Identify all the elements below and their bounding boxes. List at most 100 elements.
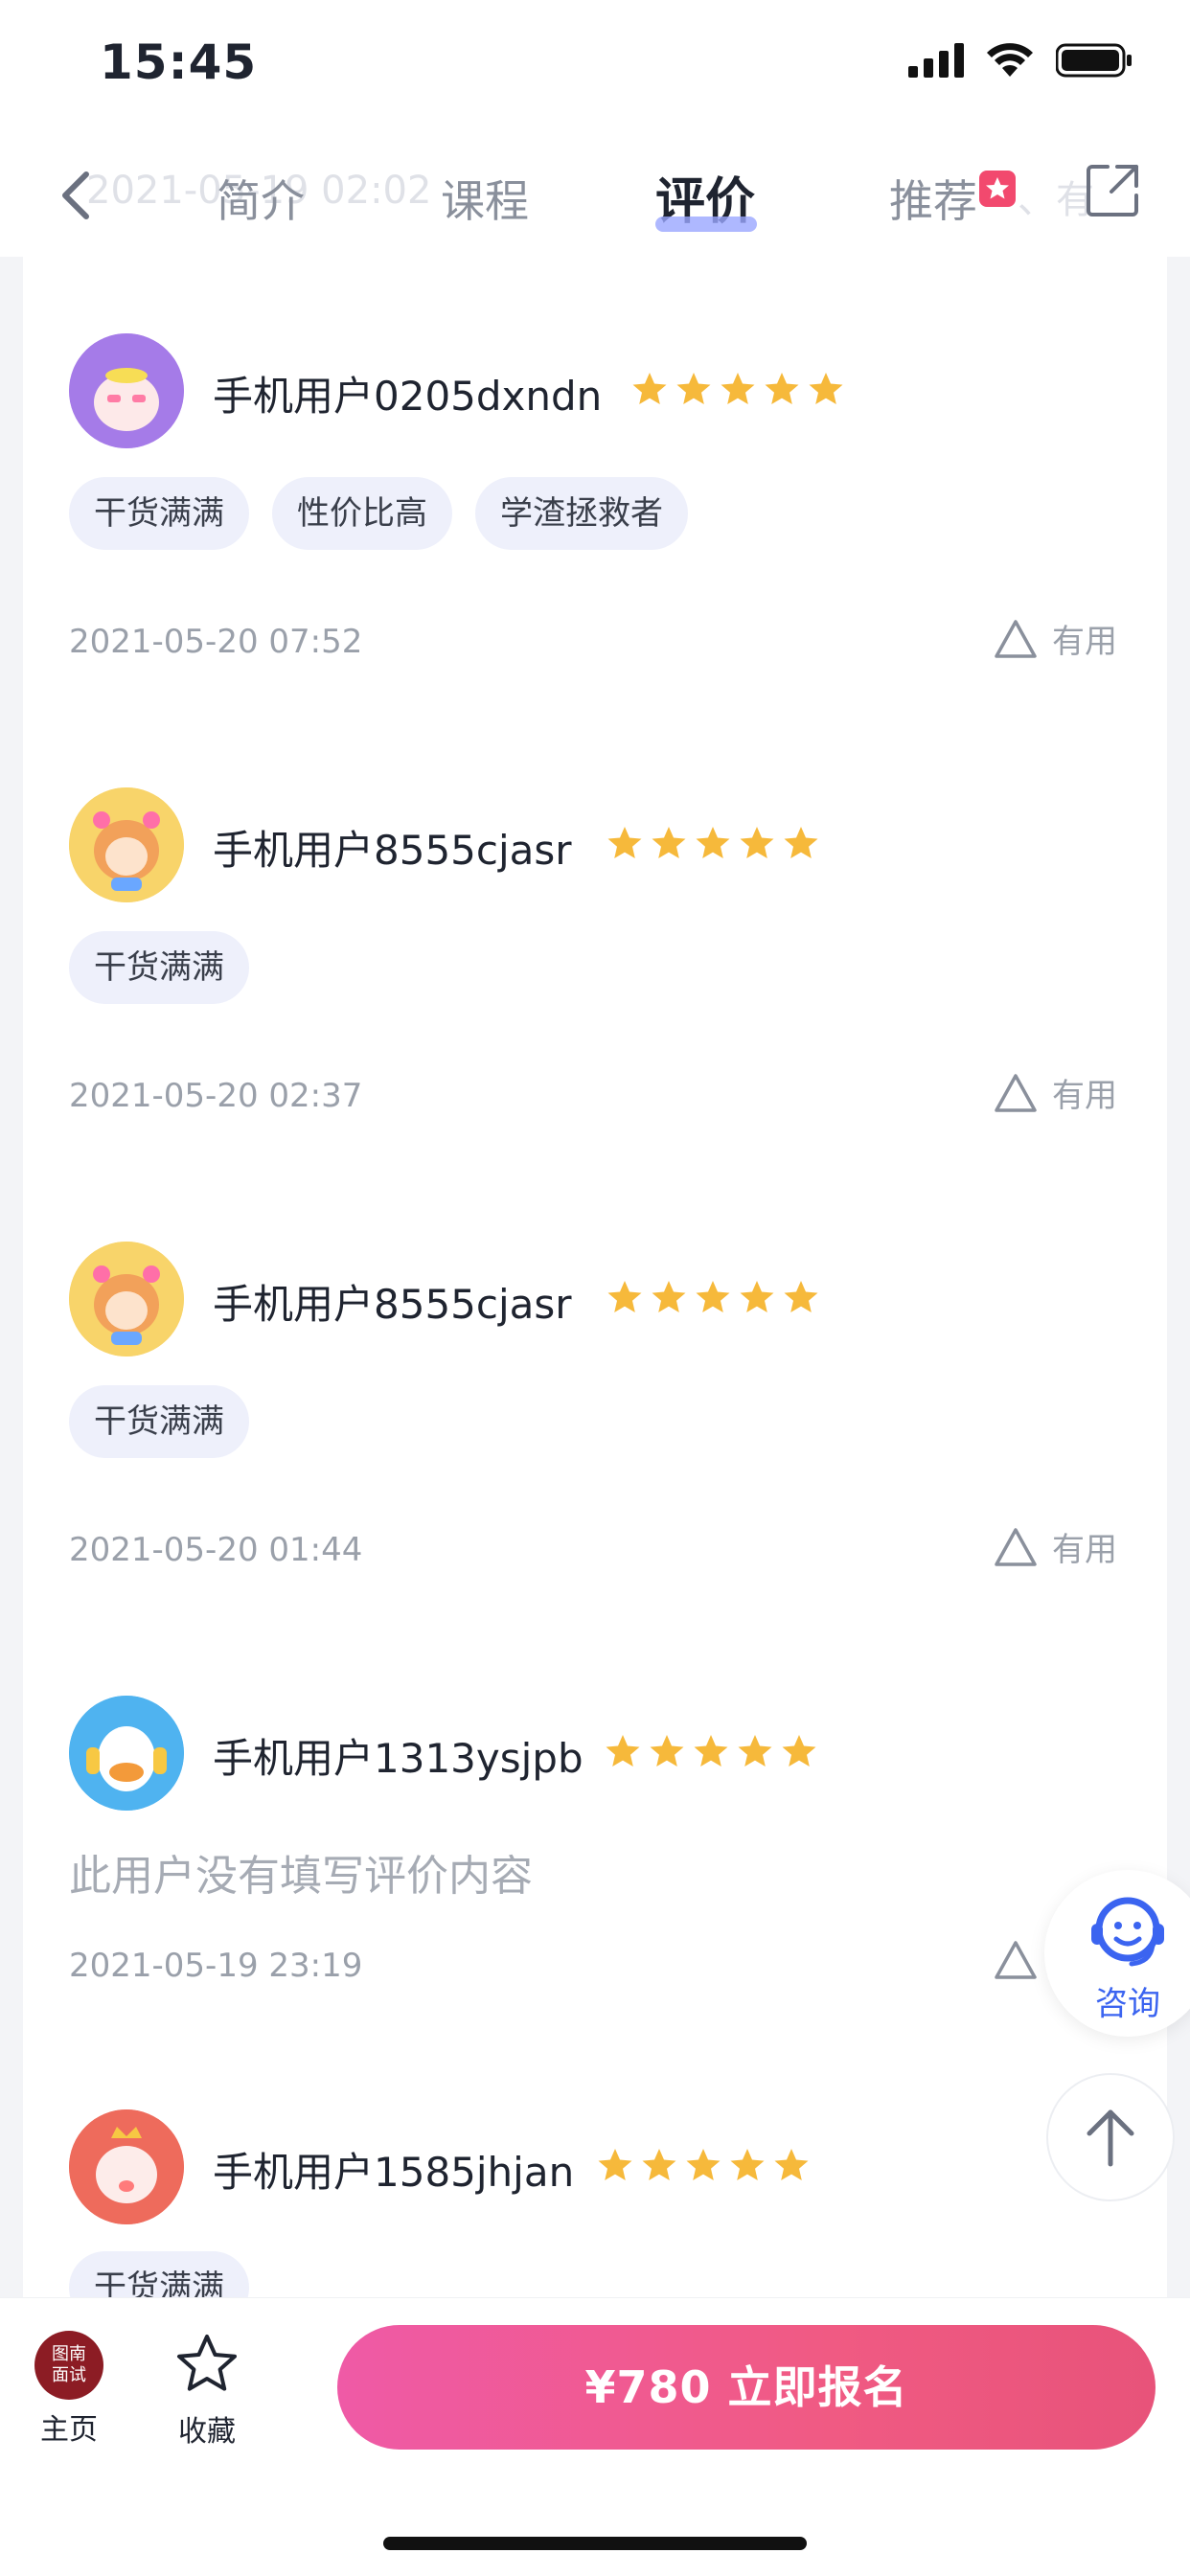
star-icon [652, 1281, 686, 1312]
useful-label: 有用 [1052, 1077, 1117, 1115]
review-username: 手机用户1585jhjan [213, 2149, 575, 2196]
lion-avatar-icon [69, 2109, 184, 2224]
star-icon [774, 2149, 809, 2180]
review-tag: 干货满满 [69, 2251, 249, 2297]
duck-avatar-icon [69, 1696, 184, 1811]
review-date: 2021-05-19 23:19 [69, 1947, 363, 1985]
triangle-icon [995, 1073, 1037, 1112]
useful-button[interactable]: 有用 [993, 1069, 1117, 1116]
star-icon [782, 1735, 816, 1767]
star-badge-icon [986, 177, 1009, 199]
review-tag: 干货满满 [69, 931, 249, 1004]
favorite-tab[interactable]: 收藏 [172, 2331, 241, 2450]
tab-recommend[interactable]: 推荐 [889, 167, 977, 230]
back-arrow-icon[interactable] [48, 157, 105, 234]
review-tags: 干货满满 [69, 931, 249, 1004]
rating-stars [606, 824, 820, 862]
status-time: 15:45 [100, 34, 258, 90]
star-icon [686, 2149, 721, 2180]
star-icon [598, 2149, 632, 2180]
review-username: 手机用户8555cjasr [213, 827, 572, 874]
star-icon [730, 2149, 765, 2180]
back-to-top-button[interactable] [1046, 2073, 1175, 2201]
star-icon [694, 1735, 728, 1767]
status-icons [908, 42, 1133, 79]
enroll-button[interactable]: ¥780 立即报名 [337, 2325, 1156, 2450]
review-username: 手机用户0205dxndn [213, 373, 603, 420]
wifi-icon [987, 43, 1033, 77]
star-icon [606, 1735, 640, 1767]
side-shade-left [0, 257, 23, 2297]
useful-button[interactable]: 有用 [993, 615, 1117, 662]
star-icon [607, 827, 642, 858]
star-icon [652, 827, 686, 858]
review-tags: 干货满满 [69, 1385, 249, 1458]
review-date: 2021-05-20 02:37 [69, 1077, 363, 1115]
triangle-icon [995, 619, 1037, 658]
home-indicator[interactable] [383, 2537, 807, 2550]
star-icon [784, 1281, 818, 1312]
star-icon [696, 1281, 730, 1312]
cellular-signal-icon [908, 43, 964, 78]
star-icon [784, 827, 818, 858]
nav-ghost-right: 、有 [1018, 178, 1094, 222]
status-bar: 15:45 [0, 0, 1190, 134]
triangle-icon [995, 1941, 1037, 1979]
rating-stars [630, 370, 845, 408]
review-date: 2021-05-20 07:52 [69, 623, 363, 661]
star-icon [765, 373, 799, 404]
useful-button[interactable]: 有用 [993, 1523, 1117, 1570]
review-date: 2021-05-20 01:44 [69, 1531, 363, 1569]
consult-label: 咨询 [1095, 1985, 1160, 2023]
review-username: 手机用户1313ysjpb [213, 1735, 584, 1782]
tab-course[interactable]: 课程 [441, 167, 529, 230]
star-icon [740, 827, 774, 858]
favorite-label: 收藏 [178, 2415, 236, 2449]
battery-icon [1056, 43, 1132, 78]
star-outline-icon [177, 2335, 237, 2391]
star-icon [642, 2149, 676, 2180]
review-username: 手机用户8555cjasr [213, 1281, 572, 1328]
star-icon [696, 827, 730, 858]
customer-service-icon [1091, 1897, 1164, 1967]
avatar[interactable] [69, 787, 184, 902]
triangle-icon [995, 1527, 1037, 1566]
star-icon [650, 1735, 684, 1767]
bear-avatar-icon [69, 1242, 184, 1356]
review-tags: 干货满满 性价比高 学渣拯救者 [69, 477, 688, 550]
arrow-up-icon [1087, 2109, 1134, 2167]
star-icon [738, 1735, 772, 1767]
review-tag: 学渣拯救者 [475, 477, 688, 550]
useful-label: 有用 [1052, 623, 1117, 661]
share-icon[interactable] [1085, 161, 1142, 218]
star-icon [676, 373, 711, 404]
useful-button[interactable] [993, 1939, 1039, 1981]
review-tag: 性价比高 [272, 477, 452, 550]
avatar[interactable] [69, 2109, 184, 2224]
review-tag: 干货满满 [69, 1385, 249, 1458]
active-tab-indicator [655, 217, 757, 232]
bear-avatar-icon [69, 787, 184, 902]
brand-logo: 图南 面试 [34, 2331, 103, 2400]
nav-bar: 2021-05-19 02:02 简介 课程 评价 推荐 、有 [0, 134, 1190, 257]
avatar[interactable] [69, 1696, 184, 1811]
avatar[interactable] [69, 333, 184, 448]
home-tab[interactable]: 图南 面试 主页 [33, 2331, 105, 2448]
useful-label: 有用 [1052, 1531, 1117, 1569]
bottom-bar: 图南 面试 主页 收藏 ¥780 立即报名 [0, 2297, 1190, 2576]
rating-stars [606, 1278, 820, 1316]
home-label: 主页 [40, 2413, 98, 2447]
review-content: 此用户没有填写评价内容 [69, 1852, 533, 1901]
rating-stars [604, 1732, 818, 1770]
star-icon [632, 373, 667, 404]
cat-avatar-icon [69, 333, 184, 448]
star-icon [721, 373, 755, 404]
reviews-list[interactable]: 手机用户0205dxndn 干货满满 性价比高 学渣拯救者 2021-05-20… [23, 257, 1167, 2297]
star-icon [607, 1281, 642, 1312]
review-tags: 干货满满 [69, 2251, 249, 2297]
tab-intro[interactable]: 简介 [217, 167, 305, 230]
recommend-badge [979, 171, 1016, 207]
avatar[interactable] [69, 1242, 184, 1356]
logo-text-line2: 面试 [52, 2365, 86, 2385]
star-icon [809, 373, 843, 404]
